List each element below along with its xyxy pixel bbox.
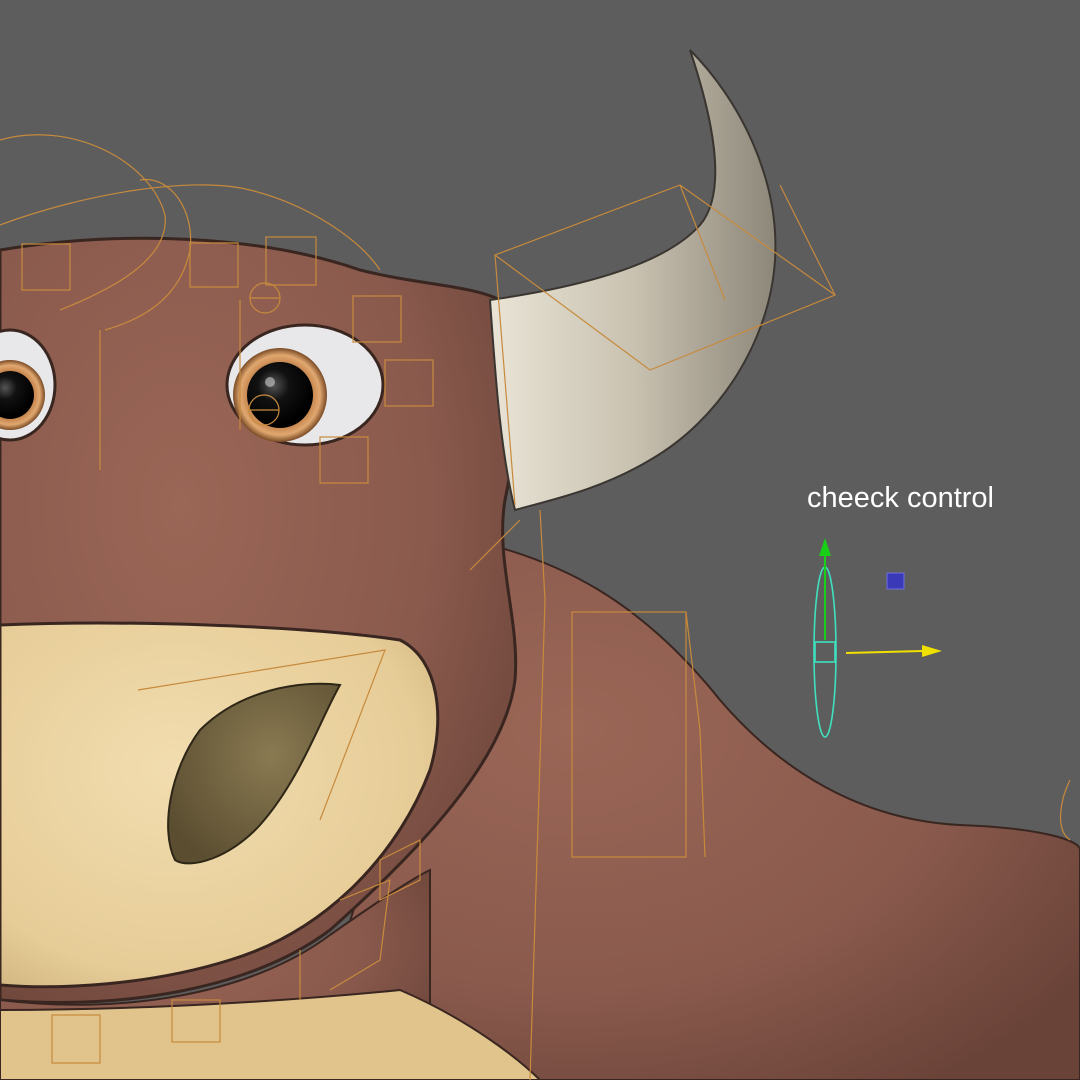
maya-viewport[interactable]: cheeck control	[0, 0, 1080, 1080]
viewport-scene[interactable]	[0, 0, 1080, 1080]
pivot-handle-icon[interactable]	[886, 572, 905, 590]
move-manipulator-icon[interactable]	[819, 538, 942, 657]
cheek-control-label: cheeck control	[807, 482, 994, 514]
bull-eye-right	[225, 323, 385, 447]
bull-horn	[488, 49, 777, 512]
